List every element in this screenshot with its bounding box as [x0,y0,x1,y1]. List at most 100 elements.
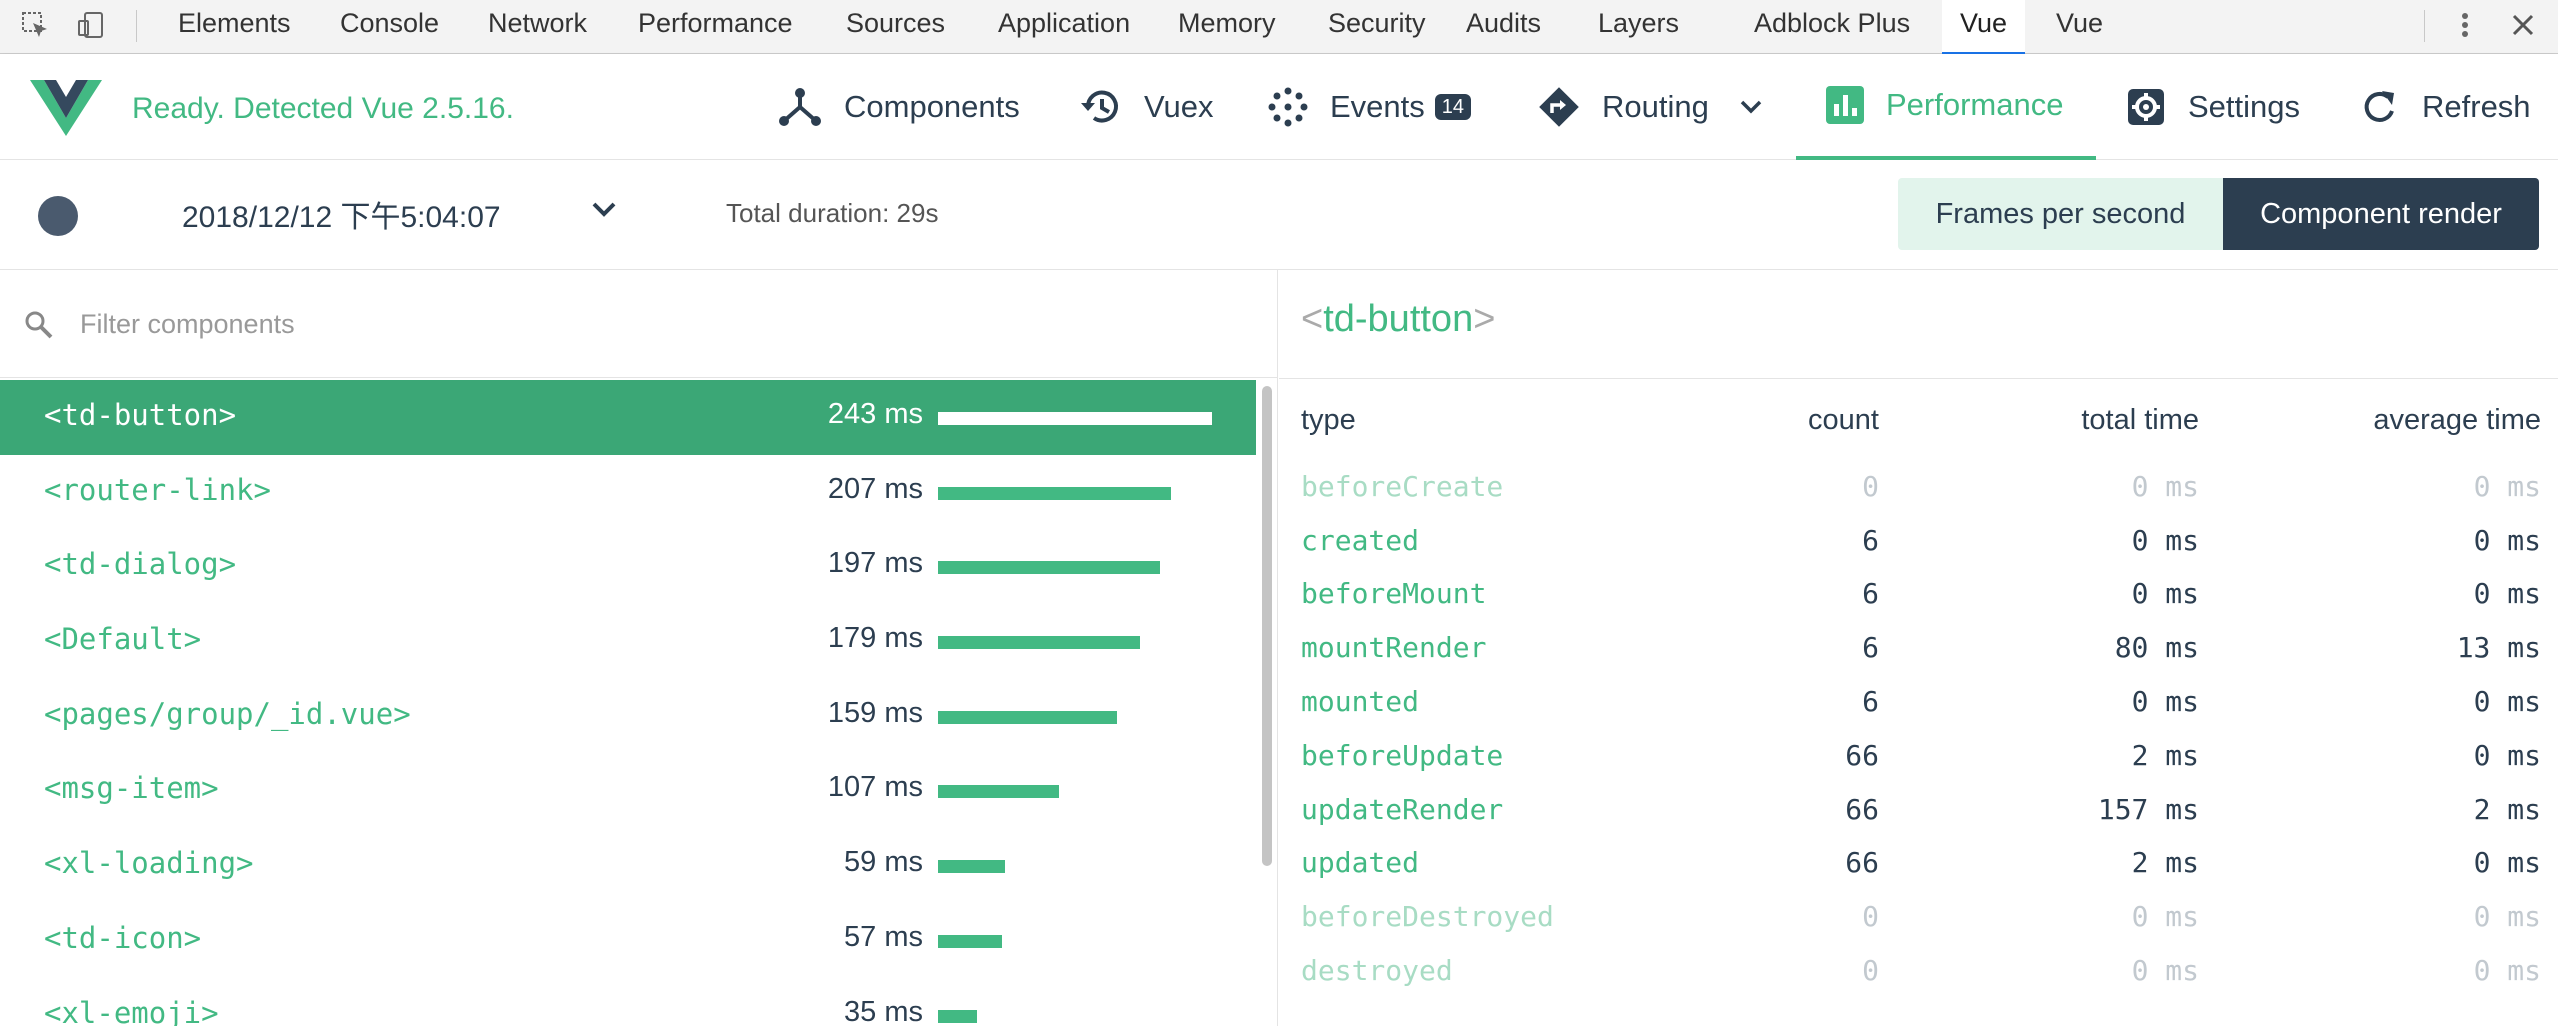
refresh-icon [2364,91,2394,122]
hook-total-time: 2 ms [2131,846,2199,880]
directions-icon [1539,87,1579,127]
nav-routing-label: Routing [1602,89,1709,124]
hook-average-time: 0 ms [2473,953,2541,987]
devtools-tab[interactable]: Audits [1448,0,1559,54]
component-time: 197 ms [827,547,923,580]
devtools-tab[interactable]: Application [980,0,1148,54]
nav-events-label: Events [1330,89,1425,124]
hook-count: 0 [1862,953,1879,987]
vue-devtools-header: Ready. Detected Vue 2.5.16. Components V… [0,54,2558,160]
chevron-down-icon [1740,100,1762,114]
chevron-down-icon[interactable] [590,200,618,220]
hook-type: mounted [1301,684,1420,718]
list-item[interactable]: <Default> 179 ms [0,604,1256,679]
component-list-panel: <td-button> 243 ms <router-link> 207 ms <td-… [0,270,1278,1026]
component-name: <xl-emoji> [44,995,219,1026]
devtools-tab[interactable]: Vue [1942,0,2026,55]
device-toolbar-icon[interactable] [74,8,108,42]
events-count-badge: 14 [1434,94,1472,120]
devtools-tab[interactable]: Sources [828,0,963,54]
total-duration: Total duration: 29s [726,198,939,228]
nav-components-button[interactable]: Components [778,54,1020,160]
component-time: 243 ms [827,398,923,430]
component-time: 59 ms [844,846,923,879]
time-bar [938,636,1140,650]
devtools-tab[interactable]: Adblock Plus [1736,0,1928,54]
hook-average-time: 0 ms [2473,469,2541,503]
devtools-tab[interactable]: Memory [1160,0,1294,54]
nav-settings-button[interactable]: Settings [2126,54,2300,160]
nav-vuex-label: Vuex [1144,89,1214,124]
devtools-tab[interactable]: Console [322,0,457,54]
time-bar [938,860,1005,874]
time-bar [938,710,1117,724]
hook-average-time: 0 ms [2473,738,2541,772]
table-row: mountRender 6 80 ms 13 ms [1301,619,2541,673]
hook-type: mountRender [1301,631,1487,665]
list-item[interactable]: <xl-emoji> 35 ms [0,978,1256,1026]
hook-count: 66 [1845,846,1879,880]
record-button[interactable] [38,196,78,236]
devtools-tab[interactable]: Network [470,0,605,54]
components-icon [779,88,821,126]
component-time: 159 ms [827,696,923,729]
separator [2424,10,2425,42]
hook-average-time: 0 ms [2473,846,2541,880]
component-render-button[interactable]: Component render [2223,178,2539,250]
scrollbar[interactable] [1262,386,1272,866]
bar-chart-icon [1826,86,1864,124]
list-item[interactable]: <td-icon> 57 ms [0,903,1256,978]
nav-performance-button[interactable]: Performance [1796,54,2096,160]
hook-total-time: 0 ms [2131,684,2199,718]
time-bar [938,934,1002,948]
devtools-tab[interactable]: Performance [620,0,811,54]
filter-components-input[interactable] [80,302,680,346]
hook-count: 6 [1862,684,1879,718]
more-options-icon[interactable] [2448,8,2482,42]
devtools-tab[interactable]: Vue [2038,0,2121,54]
nav-events-button[interactable]: Events 14 [1268,54,1472,160]
events-icon [1268,87,1308,127]
component-name: <msg-item> [44,771,219,806]
hook-average-time: 0 ms [2473,684,2541,718]
component-name: <td-dialog> [44,547,237,582]
devtools-tab[interactable]: Security [1310,0,1444,54]
list-item[interactable]: <td-dialog> 197 ms [0,529,1256,604]
time-bar [938,412,1212,425]
list-item[interactable]: <xl-loading> 59 ms [0,828,1256,903]
nav-refresh-button[interactable]: Refresh [2360,54,2531,160]
devtools-tab[interactable]: Elements [160,0,309,54]
hook-total-time: 80 ms [2114,631,2199,665]
nav-performance-label: Performance [1886,87,2064,122]
hook-average-time: 0 ms [2473,900,2541,934]
list-item[interactable]: <pages/group/_id.vue> 159 ms [0,679,1256,754]
hook-total-time: 0 ms [2131,469,2199,503]
hook-count: 66 [1845,792,1879,826]
devtools-tab[interactable]: Layers [1580,0,1697,54]
detail-component-name: td-button [1323,298,1474,340]
nav-routing-button[interactable]: Routing [1538,54,1763,160]
frames-per-second-button[interactable]: Frames per second [1898,178,2223,250]
nav-vuex-button[interactable]: Vuex [1078,54,1214,160]
close-icon[interactable] [2506,8,2540,42]
detail-title: <td-button> [1301,298,1495,341]
component-detail-panel: <td-button> type count total time averag… [1279,270,2558,1026]
nav-refresh-label: Refresh [2422,89,2531,124]
list-item[interactable]: <router-link> 207 ms [0,455,1256,530]
separator [136,10,137,42]
time-bar [938,785,1059,799]
list-item[interactable]: <msg-item> 107 ms [0,753,1256,828]
column-average-time: average time [2373,404,2541,436]
gear-icon [2128,89,2164,125]
nav-settings-label: Settings [2188,89,2301,124]
column-type: type [1301,404,1356,436]
hook-average-time: 0 ms [2473,577,2541,611]
time-bar [938,486,1171,500]
vue-logo-icon [30,80,102,136]
recording-select-value[interactable]: 2018/12/12 下午5:04:07 [182,192,501,236]
component-name: <pages/group/_id.vue> [44,696,411,731]
close-bracket: > [1473,298,1496,340]
component-time: 179 ms [827,622,923,655]
inspect-element-icon[interactable] [18,8,52,42]
list-item[interactable]: <td-button> 243 ms [0,380,1256,455]
